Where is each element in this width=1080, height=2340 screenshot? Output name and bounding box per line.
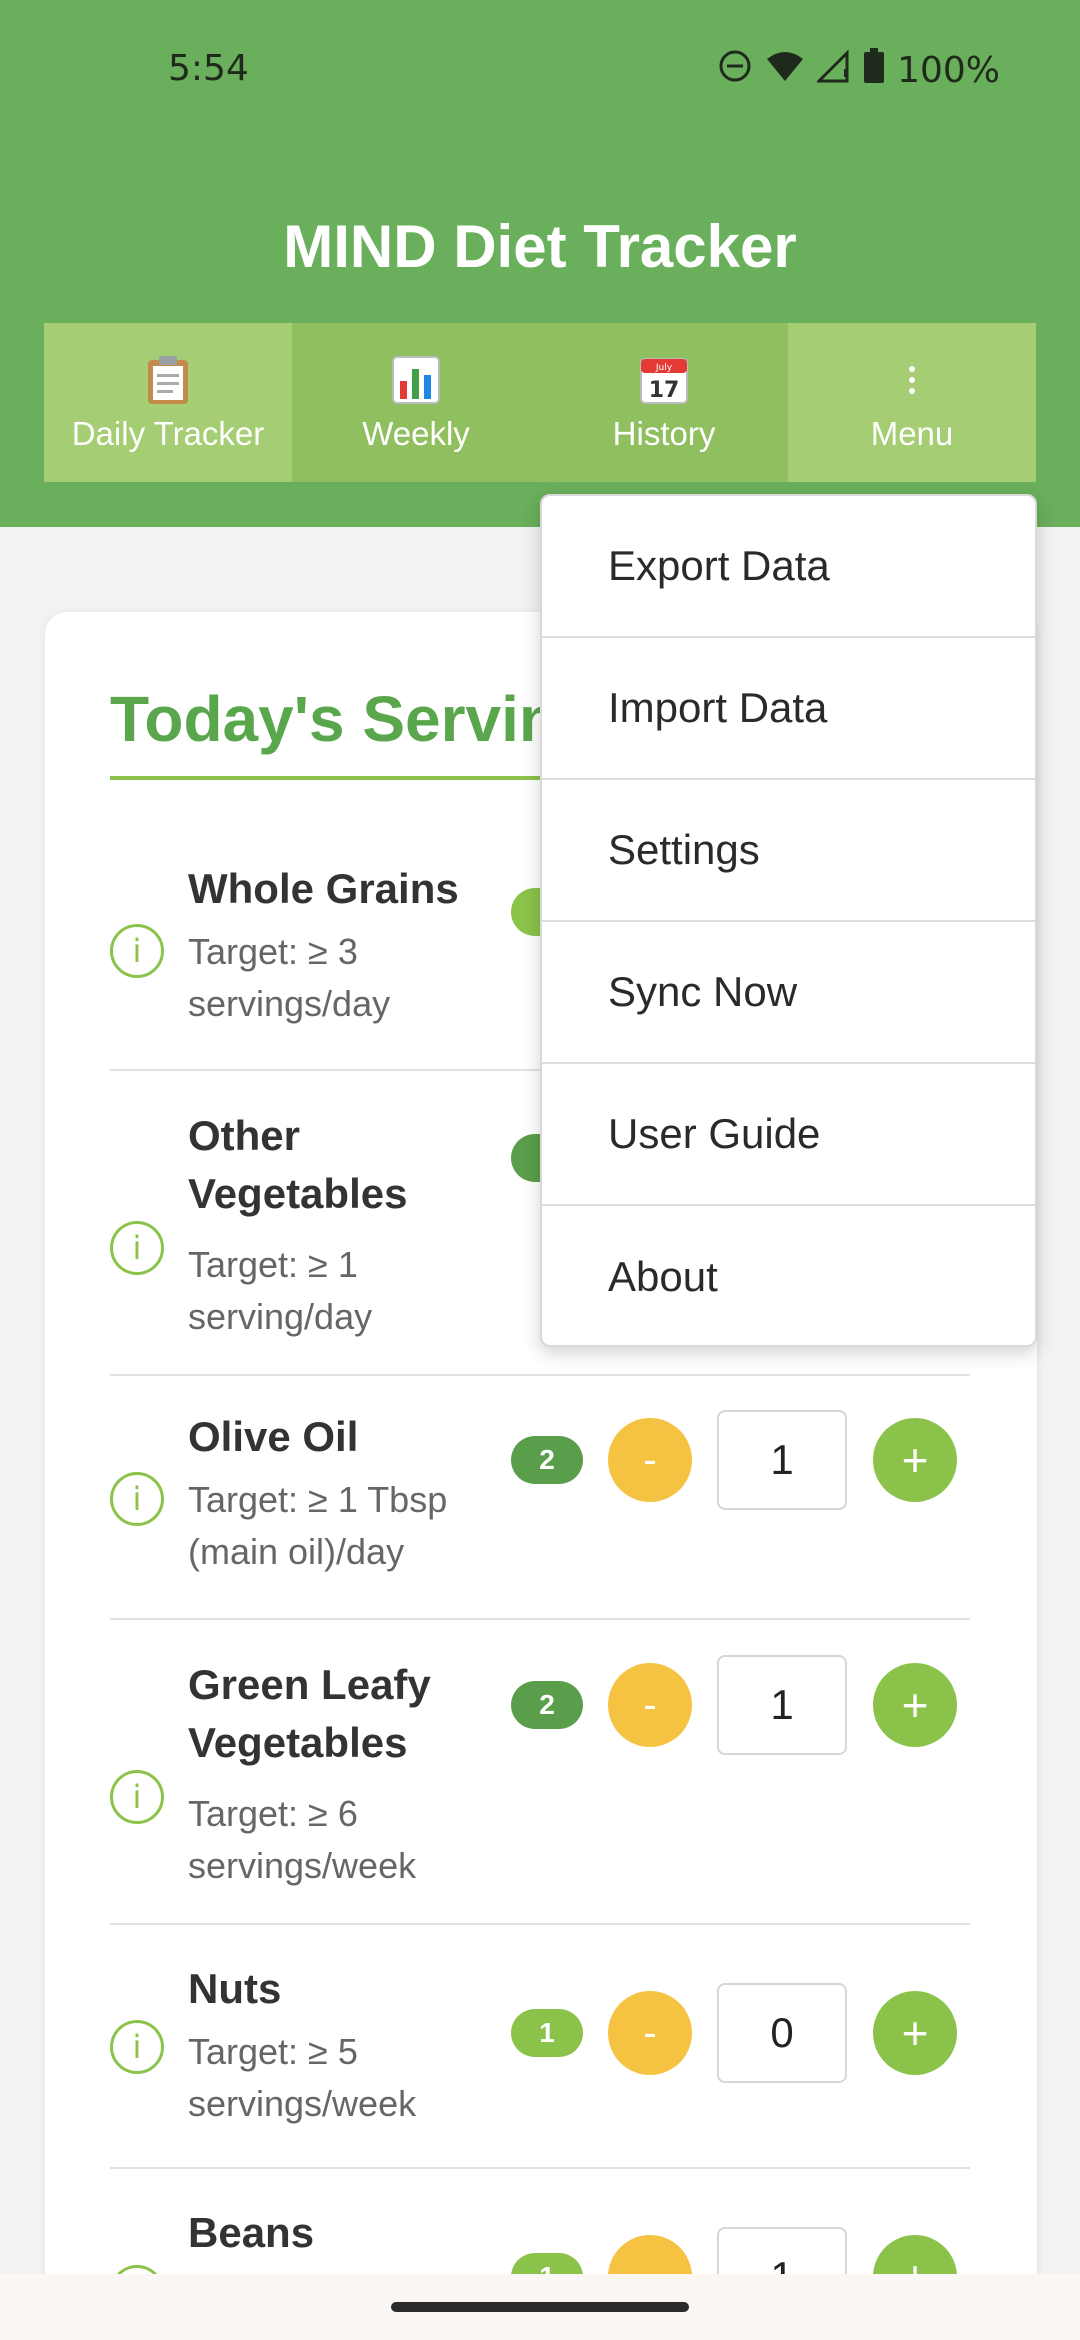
menu-item-about[interactable]: About — [542, 1206, 1035, 1348]
status-time: 5:54 — [168, 48, 249, 89]
menu-item-export-data[interactable]: Export Data — [542, 496, 1035, 638]
menu-item-settings[interactable]: Settings — [542, 780, 1035, 922]
tab-weekly[interactable]: Weekly — [292, 323, 540, 482]
tab-label: Weekly — [362, 414, 470, 452]
info-icon[interactable]: i — [110, 1472, 164, 1526]
item-target: Target: ≥ 1 Tbsp (main oil)/day — [188, 1479, 448, 1572]
menu-item-sync-now[interactable]: Sync Now — [542, 922, 1035, 1064]
tab-history[interactable]: July 17 History — [540, 323, 788, 482]
wifi-icon — [765, 49, 805, 92]
item-target: Target: ≥ 6 servings/week — [188, 1793, 417, 1886]
tab-label: Daily Tracker — [71, 414, 265, 452]
increment-button[interactable]: + — [873, 1991, 957, 2075]
tab-label: History — [612, 414, 716, 452]
tab-daily-tracker[interactable]: Daily Tracker — [44, 323, 292, 482]
menu-item-user-guide[interactable]: User Guide — [542, 1064, 1035, 1206]
item-target: Target: ≥ 1 serving/day — [188, 1244, 373, 1337]
home-gesture-handle[interactable] — [391, 2302, 689, 2312]
decrement-button[interactable]: - — [608, 1418, 692, 1502]
menu-item-import-data[interactable]: Import Data — [542, 638, 1035, 780]
quantity-input[interactable]: 1 — [717, 1655, 847, 1755]
tab-bar: Daily Tracker Weekly July 17 History Menu — [44, 323, 1036, 482]
points-badge: 2 — [511, 1436, 583, 1484]
item-name: Beans — [188, 2209, 315, 2256]
tab-menu[interactable]: Menu — [788, 323, 1036, 482]
list-item: i Nuts Target: ≥ 5 servings/week 1 - 0 + — [110, 1925, 970, 2169]
item-target: Target: ≥ 3 servings/day — [188, 931, 391, 1024]
item-name: Nuts — [188, 1965, 282, 2012]
battery-percent: 100% — [897, 50, 1000, 91]
decrement-button[interactable]: - — [608, 1991, 692, 2075]
decrement-button[interactable]: - — [608, 1663, 692, 1747]
info-icon[interactable]: i — [110, 924, 164, 978]
increment-button[interactable]: + — [873, 1663, 957, 1747]
calendar-day-text: 17 — [649, 378, 680, 403]
points-badge: 1 — [511, 2009, 583, 2057]
app-title: MIND Diet Tracker — [283, 213, 797, 280]
status-icons: 100% — [717, 48, 1000, 93]
points-badge: 2 — [511, 1681, 583, 1729]
bar-chart-icon — [389, 353, 443, 407]
battery-icon — [863, 48, 885, 93]
kebab-menu-icon — [885, 353, 939, 407]
info-icon[interactable]: i — [110, 1770, 164, 1824]
quantity-input[interactable]: 1 — [717, 1410, 847, 1510]
list-item: i Green Leafy Vegetables Target: ≥ 6 ser… — [110, 1620, 970, 1925]
clipboard-icon — [141, 353, 195, 407]
tab-label: Menu — [870, 414, 954, 452]
info-icon[interactable]: i — [110, 1221, 164, 1275]
quantity-input[interactable]: 0 — [717, 1983, 847, 2083]
do-not-disturb-icon — [717, 48, 753, 93]
cell-signal-icon — [815, 49, 851, 92]
item-name: Whole Grains — [188, 865, 459, 912]
overflow-menu: Export Data Import Data Settings Sync No… — [540, 494, 1037, 1347]
calendar-month-text: July — [655, 363, 673, 373]
calendar-icon: July 17 — [637, 353, 691, 407]
status-bar: 5:54 100% — [0, 0, 1080, 140]
list-item: i Olive Oil Target: ≥ 1 Tbsp (main oil)/… — [110, 1376, 970, 1620]
item-name: Other Vegetables — [188, 1112, 408, 1217]
item-name: Olive Oil — [188, 1413, 359, 1460]
item-name: Green Leafy Vegetables — [188, 1661, 431, 1766]
item-target: Target: ≥ 5 servings/week — [188, 2031, 417, 2124]
increment-button[interactable]: + — [873, 1418, 957, 1502]
info-icon[interactable]: i — [110, 2020, 164, 2074]
